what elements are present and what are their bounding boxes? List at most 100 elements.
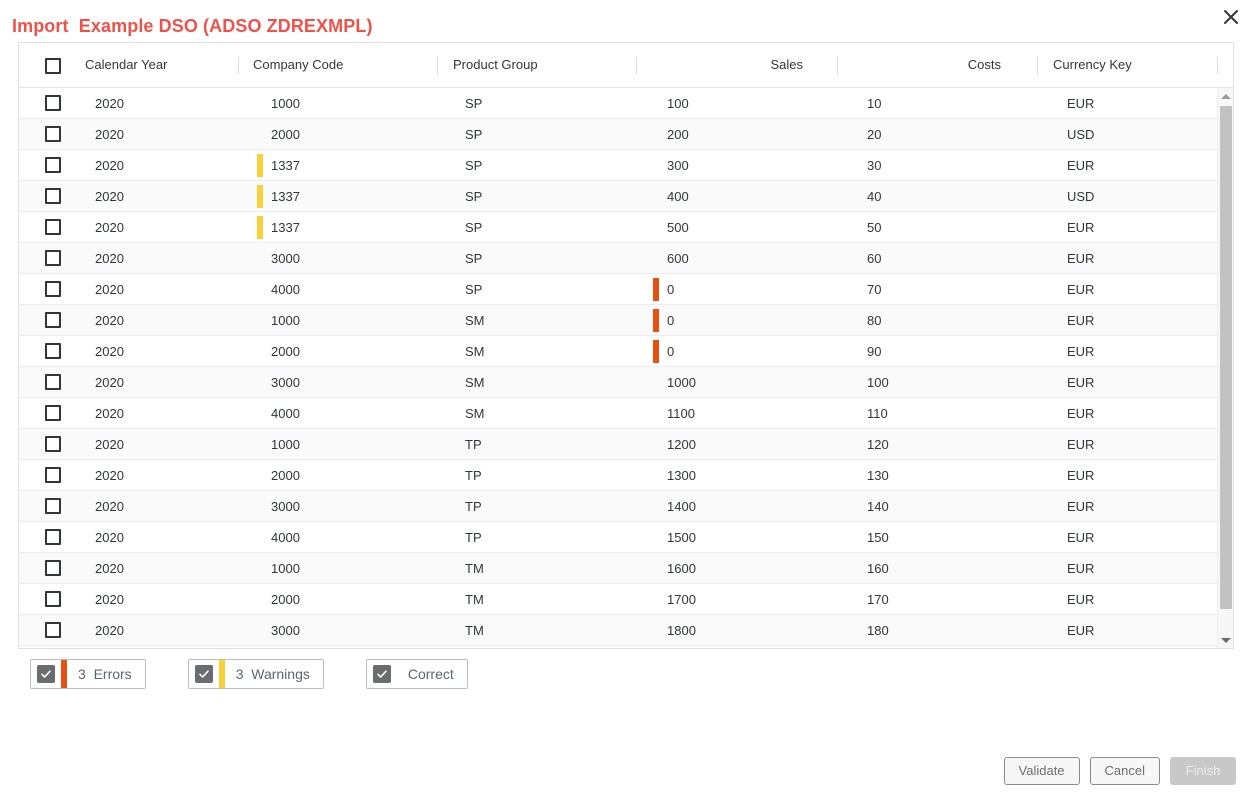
- cell-product-group: SP: [465, 243, 482, 274]
- column-header-costs[interactable]: Costs: [968, 43, 1001, 87]
- column-header-sales[interactable]: Sales: [770, 43, 803, 87]
- row-checkbox[interactable]: [45, 405, 61, 421]
- cell-sales: 600: [667, 243, 689, 274]
- column-header-calendar-year[interactable]: Calendar Year: [85, 43, 167, 87]
- table-row[interactable]: 20201337SP30030EUR: [19, 150, 1233, 181]
- row-checkbox[interactable]: [45, 529, 61, 545]
- cell-currency-key: USD: [1067, 181, 1094, 212]
- table-row[interactable]: 20201337SP50050EUR: [19, 212, 1233, 243]
- table-row[interactable]: 20202000SP20020USD: [19, 119, 1233, 150]
- table-row[interactable]: 20201000SM080EUR: [19, 305, 1233, 336]
- dialog-actions: Validate Cancel Finish: [1004, 757, 1236, 785]
- column-separator: [636, 57, 637, 74]
- row-checkbox[interactable]: [45, 374, 61, 390]
- cell-currency-key: EUR: [1067, 522, 1094, 553]
- row-checkbox[interactable]: [45, 219, 61, 235]
- validate-button[interactable]: Validate: [1004, 757, 1080, 785]
- cell-sales: 1700: [667, 584, 696, 615]
- cancel-button[interactable]: Cancel: [1090, 757, 1160, 785]
- cell-costs: 110: [867, 398, 888, 429]
- table-row[interactable]: 20204000SP070EUR: [19, 274, 1233, 305]
- cell-company-code: 1000: [271, 553, 300, 584]
- vertical-scrollbar[interactable]: [1217, 88, 1233, 648]
- cell-sales: 0: [667, 305, 674, 336]
- cell-currency-key: EUR: [1067, 491, 1094, 522]
- cell-currency-key: EUR: [1067, 615, 1094, 646]
- table-row[interactable]: 20202000TP1300130EUR: [19, 460, 1233, 491]
- row-checkbox[interactable]: [45, 622, 61, 638]
- cell-calendar-year: 2020: [95, 305, 124, 336]
- table-row[interactable]: 20203000SP60060EUR: [19, 243, 1233, 274]
- row-checkbox[interactable]: [45, 281, 61, 297]
- row-checkbox[interactable]: [45, 560, 61, 576]
- cell-company-code: 1337: [271, 181, 300, 212]
- cell-sales: 1100: [667, 398, 695, 429]
- cell-calendar-year: 2020: [95, 243, 124, 274]
- row-checkbox[interactable]: [45, 188, 61, 204]
- table-row[interactable]: 20203000TP1400140EUR: [19, 491, 1233, 522]
- cell-sales: 1800: [667, 615, 696, 646]
- filter-checkbox-errors[interactable]: [37, 665, 55, 683]
- table-row[interactable]: 20201000TM1600160EUR: [19, 553, 1233, 584]
- row-checkbox[interactable]: [45, 157, 61, 173]
- filter-checkbox-correct[interactable]: [373, 665, 391, 683]
- row-checkbox[interactable]: [45, 250, 61, 266]
- select-all-checkbox[interactable]: [45, 58, 61, 74]
- table-row[interactable]: 20201000SP10010EUR: [19, 88, 1233, 119]
- filter-errors[interactable]: 3 Errors: [30, 659, 146, 689]
- row-checkbox[interactable]: [45, 126, 61, 142]
- filter-warnings[interactable]: 3 Warnings: [188, 659, 324, 689]
- cell-costs: 100: [867, 367, 889, 398]
- cell-company-code: 1000: [271, 88, 300, 119]
- row-checkbox[interactable]: [45, 95, 61, 111]
- error-marker-icon: [653, 340, 659, 363]
- column-header-company-code[interactable]: Company Code: [253, 43, 343, 87]
- cell-product-group: SM: [465, 367, 485, 398]
- cell-sales: 0: [667, 336, 674, 367]
- cell-calendar-year: 2020: [95, 150, 124, 181]
- cell-product-group: SP: [465, 150, 482, 181]
- table-row[interactable]: 20201000TP1200120EUR: [19, 429, 1233, 460]
- column-header-product-group[interactable]: Product Group: [453, 43, 538, 87]
- column-separator: [1037, 57, 1038, 74]
- cell-costs: 120: [867, 429, 889, 460]
- status-filter-group: 3 Errors 3 Warnings Correct: [30, 659, 468, 689]
- table-row[interactable]: 20201337SP40040USD: [19, 181, 1233, 212]
- table-row[interactable]: 20202000TM1700170EUR: [19, 584, 1233, 615]
- row-checkbox[interactable]: [45, 591, 61, 607]
- cell-product-group: SM: [465, 305, 485, 336]
- cell-currency-key: EUR: [1067, 553, 1094, 584]
- cell-company-code: 2000: [271, 460, 300, 491]
- cell-costs: 140: [867, 491, 889, 522]
- table-row[interactable]: 20204000SM1100110EUR: [19, 398, 1233, 429]
- close-icon[interactable]: [1216, 2, 1246, 32]
- scroll-down-icon[interactable]: [1218, 632, 1233, 648]
- cell-currency-key: EUR: [1067, 305, 1094, 336]
- row-checkbox[interactable]: [45, 498, 61, 514]
- table-row[interactable]: 20204000TP1500150EUR: [19, 522, 1233, 553]
- scrollbar-thumb[interactable]: [1220, 106, 1232, 609]
- cell-sales: 100: [667, 88, 689, 119]
- warning-marker-icon: [257, 216, 263, 239]
- cell-sales: 0: [667, 274, 674, 305]
- cell-sales: 1300: [667, 460, 696, 491]
- table-row[interactable]: 20203000SM1000100EUR: [19, 367, 1233, 398]
- row-checkbox[interactable]: [45, 343, 61, 359]
- column-header-currency-key[interactable]: Currency Key: [1053, 43, 1132, 87]
- table-row[interactable]: 20202000SM090EUR: [19, 336, 1233, 367]
- filter-checkbox-warnings[interactable]: [195, 665, 213, 683]
- table-row[interactable]: 20203000TM1800180EUR: [19, 615, 1233, 646]
- column-separator: [238, 57, 239, 74]
- cell-company-code: 4000: [271, 274, 300, 305]
- row-checkbox[interactable]: [45, 312, 61, 328]
- filter-correct[interactable]: Correct: [366, 659, 468, 689]
- table-header-row: Calendar Year Company Code Product Group…: [19, 43, 1233, 88]
- scroll-up-icon[interactable]: [1218, 88, 1233, 104]
- row-checkbox[interactable]: [45, 436, 61, 452]
- cell-currency-key: EUR: [1067, 367, 1094, 398]
- cell-company-code: 1337: [271, 212, 300, 243]
- cell-sales: 300: [667, 150, 689, 181]
- cell-calendar-year: 2020: [95, 398, 124, 429]
- cell-product-group: SM: [465, 336, 485, 367]
- row-checkbox[interactable]: [45, 467, 61, 483]
